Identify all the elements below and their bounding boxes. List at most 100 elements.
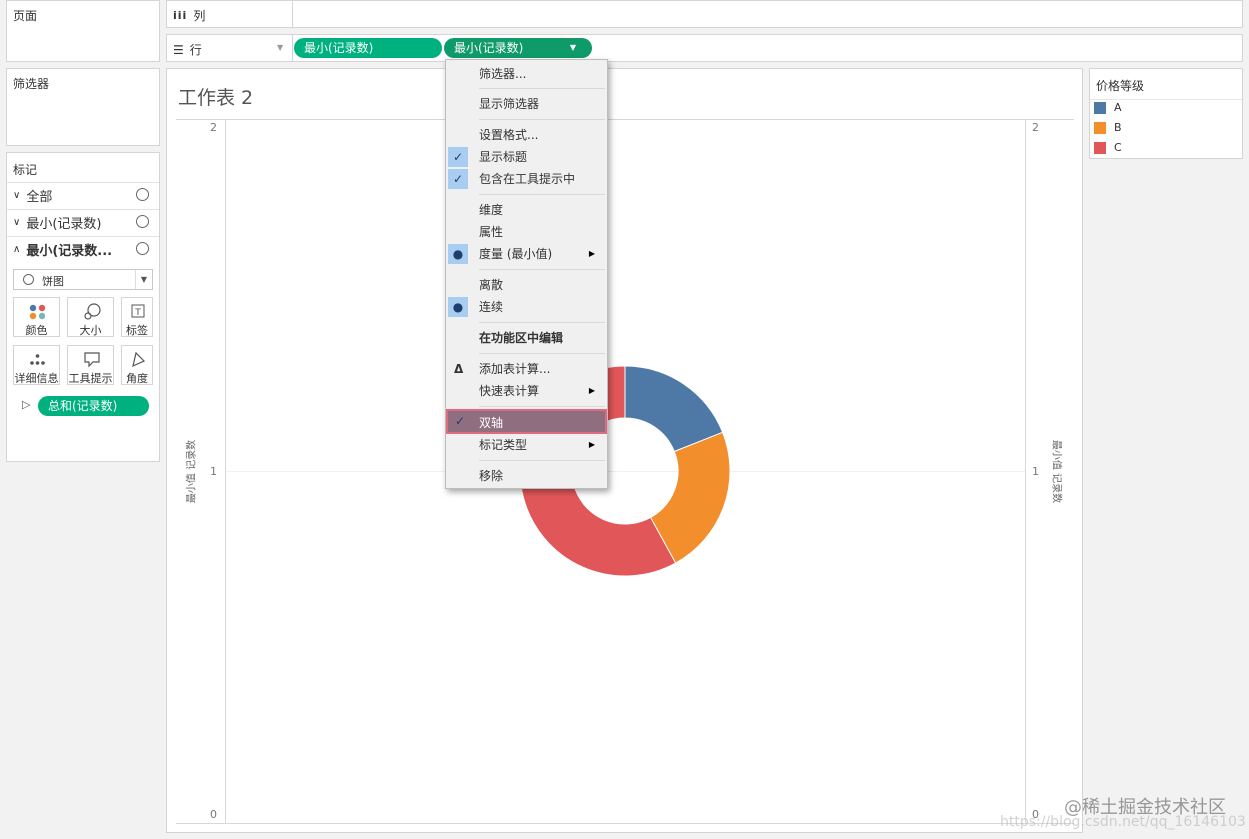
menu-item-filter[interactable]: 筛选器... xyxy=(446,63,607,85)
tooltip-button[interactable]: 工具提示 xyxy=(67,345,114,385)
sheet-title: 工作表 2 xyxy=(178,87,254,109)
menu-item-show-filter[interactable]: 显示筛选器 xyxy=(446,93,607,115)
menu-item-label: 属性 xyxy=(479,225,504,239)
dropdown-arrow-icon: ▼ xyxy=(277,43,284,52)
legend-title: 价格等级 xyxy=(1096,79,1145,93)
y-tick-right-mid: 1 xyxy=(1032,465,1039,478)
submenu-arrow-icon: ▶ xyxy=(588,249,595,258)
rows-pill-2[interactable]: 最小(记录数) ▼ xyxy=(444,38,592,58)
submenu-arrow-icon: ▶ xyxy=(588,386,595,395)
menu-item-discrete[interactable]: 离散 xyxy=(446,274,607,296)
rows-pill-2-label: 最小(记录数) xyxy=(454,41,524,55)
menu-item-edit-in-shelf[interactable]: 在功能区中编辑 xyxy=(446,327,607,349)
shelf-divider xyxy=(292,35,293,61)
tooltip-icon xyxy=(84,352,100,368)
dropdown-arrow-icon: ▼ xyxy=(135,270,152,289)
menu-item-add-table-calc[interactable]: Δ 添加表计算... xyxy=(446,358,607,380)
marks-card-min-1[interactable]: ∨ 最小(记录数) xyxy=(7,209,159,235)
marks-title: 标记 xyxy=(13,163,38,177)
legend-label-b: B xyxy=(1114,121,1122,134)
menu-separator xyxy=(479,353,605,354)
color-dots-icon xyxy=(29,304,46,320)
menu-item-mark-type[interactable]: 标记类型 ▶ xyxy=(446,434,607,456)
menu-item-format[interactable]: 设置格式... xyxy=(446,124,607,146)
y-tick-left-bottom: 0 xyxy=(210,808,217,821)
menu-separator xyxy=(479,88,605,89)
rows-pill-1[interactable]: 最小(记录数) xyxy=(294,38,442,58)
pages-panel: 页面 xyxy=(6,0,160,62)
checkmark-icon: ✓ xyxy=(448,147,468,167)
text-label-icon: T xyxy=(131,304,145,318)
color-button[interactable]: 颜色 xyxy=(13,297,60,337)
legend-item-a[interactable]: A xyxy=(1094,101,1122,114)
legend-label-a: A xyxy=(1114,101,1122,114)
menu-item-dual-axis[interactable]: ✓ 双轴 xyxy=(446,409,607,434)
angle-field-icon: ▷ xyxy=(22,398,31,411)
checkmark-icon: ✓ xyxy=(448,169,468,189)
menu-item-label: 在功能区中编辑 xyxy=(479,331,564,345)
menu-separator xyxy=(479,269,605,270)
y-tick-left-mid: 1 xyxy=(210,465,217,478)
plot-bottom-rule xyxy=(176,823,1074,824)
label-button[interactable]: T 标签 xyxy=(121,297,153,337)
menu-item-label: 包含在工具提示中 xyxy=(479,172,576,186)
marks-card-all[interactable]: ∨ 全部 xyxy=(7,182,159,208)
rows-text: 行 xyxy=(189,43,202,57)
legend-swatch-c xyxy=(1094,141,1106,154)
marks-card-label: 最小(记录数... xyxy=(26,244,113,259)
menu-separator xyxy=(479,194,605,195)
menu-item-label: 移除 xyxy=(479,469,504,483)
menu-item-label: 离散 xyxy=(479,278,504,292)
columns-shelf-label: iii 列 xyxy=(173,7,205,24)
menu-item-remove[interactable]: 移除 xyxy=(446,465,607,487)
delta-icon: Δ xyxy=(454,362,464,376)
size-icon xyxy=(84,303,101,320)
pages-title: 页面 xyxy=(13,9,38,23)
legend-item-c[interactable]: C xyxy=(1094,141,1122,154)
color-label: 颜色 xyxy=(25,324,48,337)
chevron-up-icon: ∧ xyxy=(13,244,21,255)
y-tick-right-top: 2 xyxy=(1032,121,1039,134)
detail-dots-icon xyxy=(30,354,45,365)
legend-item-b[interactable]: B xyxy=(1094,121,1122,134)
angle-button[interactable]: 角度 xyxy=(121,345,153,385)
legend-swatch-b xyxy=(1094,121,1106,134)
angle-field-pill[interactable]: 总和(记录数) xyxy=(38,396,149,416)
menu-item-quick-table-calc[interactable]: 快速表计算 ▶ xyxy=(446,380,607,402)
menu-separator xyxy=(479,322,605,323)
mark-type-select[interactable]: 饼图 ▼ xyxy=(13,269,153,290)
size-label: 大小 xyxy=(79,324,102,337)
legend-swatch-a xyxy=(1094,101,1106,114)
watermark-url: https://blog.csdn.net/qq_16146103 xyxy=(1000,814,1246,830)
detail-button[interactable]: 详细信息 xyxy=(13,345,60,385)
marks-card-min-2[interactable]: ∧ 最小(记录数... xyxy=(7,236,159,262)
checkmark-icon: ✓ xyxy=(454,414,466,428)
shelf-divider xyxy=(292,1,293,27)
menu-item-dimension[interactable]: 维度 xyxy=(446,199,607,221)
submenu-arrow-icon: ▶ xyxy=(588,440,595,449)
legend-label-c: C xyxy=(1114,141,1122,154)
menu-item-label: 设置格式... xyxy=(479,128,539,142)
columns-icon: iii xyxy=(173,9,188,22)
filters-panel[interactable]: 筛选器 xyxy=(6,68,160,146)
menu-item-continuous[interactable]: ● 连续 xyxy=(446,296,607,318)
label-label: 标签 xyxy=(126,324,148,337)
y-axis-title-right: 最小值 记录数 xyxy=(1050,439,1062,504)
menu-item-label: 双轴 xyxy=(479,416,504,430)
menu-item-measure[interactable]: ● 度量 (最小值) ▶ xyxy=(446,243,607,265)
size-button[interactable]: 大小 xyxy=(67,297,114,337)
menu-item-label: 添加表计算... xyxy=(479,362,551,376)
menu-item-attribute[interactable]: 属性 xyxy=(446,221,607,243)
pie-chart-icon xyxy=(136,215,149,228)
columns-shelf[interactable]: iii 列 xyxy=(166,0,1243,28)
detail-label: 详细信息 xyxy=(14,372,59,385)
bullet-icon: ● xyxy=(448,297,468,317)
menu-item-label: 维度 xyxy=(479,203,504,217)
menu-separator xyxy=(479,460,605,461)
menu-item-show-header[interactable]: ✓ 显示标题 xyxy=(446,146,607,168)
chevron-down-icon: ∨ xyxy=(13,217,21,228)
y-axis-title-left: 最小值 记录数 xyxy=(186,439,198,504)
y-tick-left-top: 2 xyxy=(210,121,217,134)
tooltip-label: 工具提示 xyxy=(68,372,113,385)
menu-item-include-tooltip[interactable]: ✓ 包含在工具提示中 xyxy=(446,168,607,190)
